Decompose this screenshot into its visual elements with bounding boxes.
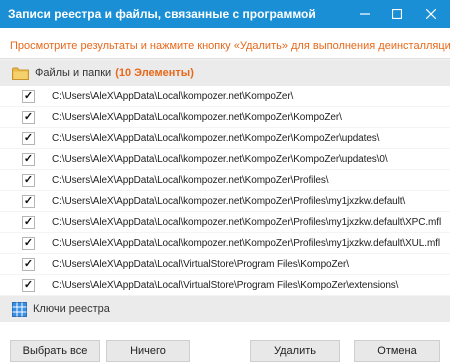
file-list-item: ✓ C:\Users\AleX\AppData\Local\kompozer.ne… <box>0 170 450 191</box>
files-section-label: Файлы и папки (10 Элементы) <box>35 67 194 79</box>
select-all-button[interactable]: Выбрать все <box>10 340 100 362</box>
files-section-header[interactable]: Файлы и папки (10 Элементы) <box>0 60 450 86</box>
item-checkbox[interactable]: ✓ <box>22 110 35 124</box>
item-checkbox[interactable]: ✓ <box>22 257 35 271</box>
file-list-item: ✓ C:\Users\AleX\AppData\Local\VirtualStor… <box>0 254 450 275</box>
file-list-item: ✓ C:\Users\AleX\AppData\Local\kompozer.ne… <box>0 86 450 107</box>
delete-button[interactable]: Удалить <box>250 340 340 362</box>
folder-icon <box>12 67 29 80</box>
item-path: C:\Users\AleX\AppData\Local\kompozer.net… <box>52 237 440 249</box>
file-list-item: ✓ C:\Users\AleX\AppData\Local\kompozer.ne… <box>0 212 450 233</box>
file-list: ✓ C:\Users\AleX\AppData\Local\kompozer.ne… <box>0 86 450 296</box>
select-none-button[interactable]: Ничего <box>106 340 190 362</box>
registry-section-header[interactable]: Ключи реестра <box>0 296 450 322</box>
item-path: C:\Users\AleX\AppData\Local\VirtualStore… <box>52 279 399 291</box>
file-list-item: ✓ C:\Users\AleX\AppData\Local\kompozer.ne… <box>0 128 450 149</box>
item-checkbox[interactable]: ✓ <box>22 194 35 208</box>
file-list-item: ✓ C:\Users\AleX\AppData\Local\VirtualStor… <box>0 275 450 296</box>
window-title: Записи реестра и файлы, связанные с прог… <box>8 7 316 21</box>
registry-grid-icon <box>12 301 27 317</box>
cancel-button[interactable]: Отмена <box>354 340 440 362</box>
close-icon <box>426 9 436 19</box>
instruction-text: Просмотрите результаты и нажмите кнопку … <box>10 40 450 52</box>
minimize-button[interactable] <box>348 0 382 28</box>
item-path: C:\Users\AleX\AppData\Local\kompozer.net… <box>52 174 329 186</box>
item-path: C:\Users\AleX\AppData\Local\kompozer.net… <box>52 153 388 165</box>
item-path: C:\Users\AleX\AppData\Local\VirtualStore… <box>52 258 349 270</box>
item-checkbox[interactable]: ✓ <box>22 278 35 292</box>
item-checkbox[interactable]: ✓ <box>22 173 35 187</box>
files-count-badge: (10 Элементы) <box>115 67 194 79</box>
item-checkbox[interactable]: ✓ <box>22 152 35 166</box>
file-list-item: ✓ C:\Users\AleX\AppData\Local\kompozer.ne… <box>0 191 450 212</box>
item-path: C:\Users\AleX\AppData\Local\kompozer.net… <box>52 90 294 102</box>
file-list-item: ✓ C:\Users\AleX\AppData\Local\kompozer.ne… <box>0 233 450 254</box>
item-path: C:\Users\AleX\AppData\Local\kompozer.net… <box>52 216 442 228</box>
minimize-icon <box>360 13 370 15</box>
file-list-item: ✓ C:\Users\AleX\AppData\Local\kompozer.ne… <box>0 107 450 128</box>
item-checkbox[interactable]: ✓ <box>22 131 35 145</box>
close-button[interactable] <box>414 0 448 28</box>
title-bar: Записи реестра и файлы, связанные с прог… <box>0 0 450 28</box>
registry-section-label: Ключи реестра <box>33 303 110 315</box>
item-path: C:\Users\AleX\AppData\Local\kompozer.net… <box>52 132 380 144</box>
item-path: C:\Users\AleX\AppData\Local\kompozer.net… <box>52 111 342 123</box>
maximize-button[interactable] <box>380 0 414 28</box>
item-path: C:\Users\AleX\AppData\Local\kompozer.net… <box>52 195 406 207</box>
item-checkbox[interactable]: ✓ <box>22 89 35 103</box>
file-list-item: ✓ C:\Users\AleX\AppData\Local\kompozer.ne… <box>0 149 450 170</box>
item-checkbox[interactable]: ✓ <box>22 215 35 229</box>
item-checkbox[interactable]: ✓ <box>22 236 35 250</box>
maximize-icon <box>392 9 402 19</box>
